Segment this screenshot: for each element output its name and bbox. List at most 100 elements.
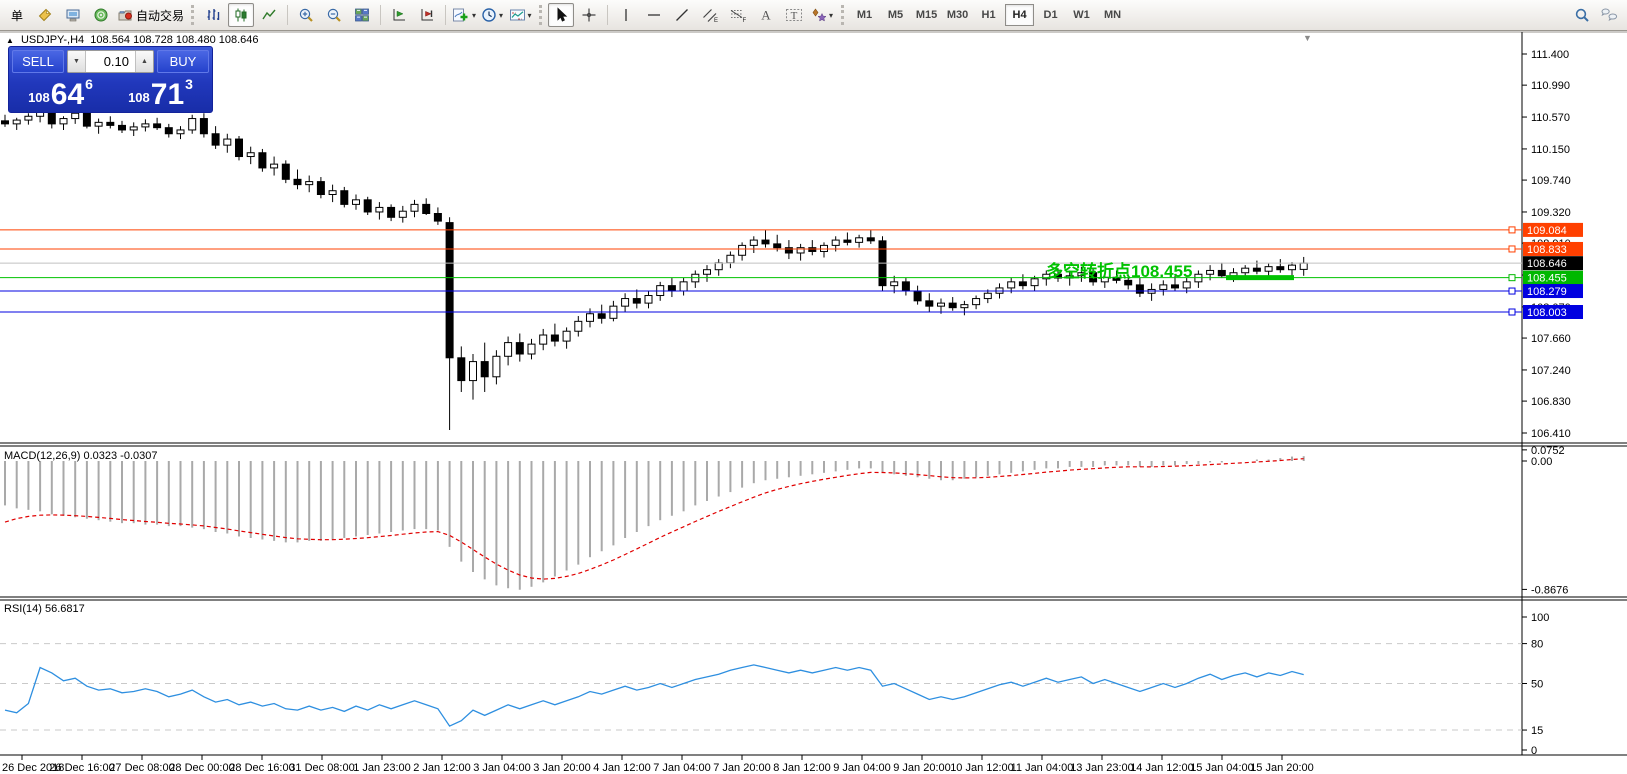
chevron-down-icon[interactable]: ▾ xyxy=(829,11,833,20)
bar-chart-button[interactable] xyxy=(200,3,226,27)
autotrading-button[interactable]: 自动交易 xyxy=(116,3,185,27)
equidistant-channel-button[interactable]: E xyxy=(697,3,723,27)
candle-down xyxy=(259,153,266,168)
candle-up xyxy=(1289,265,1296,270)
price-tick-label: 110.150 xyxy=(1531,144,1570,156)
candle-down xyxy=(1218,270,1225,275)
news-icon[interactable] xyxy=(88,3,114,27)
volume-decrease-button[interactable]: ▼ xyxy=(68,51,86,72)
candlestick-chart-button[interactable] xyxy=(228,3,254,27)
new-order-button[interactable]: 单 xyxy=(4,3,30,27)
candle-up xyxy=(575,321,582,331)
price-tick-label: 109.320 xyxy=(1531,207,1571,219)
candle-down xyxy=(458,358,465,381)
candle-down xyxy=(1019,282,1026,286)
candle-down xyxy=(317,182,324,195)
chart-canvas[interactable]: 111.400110.990110.570110.150109.740109.3… xyxy=(0,31,1627,774)
volume-value[interactable]: 0.10 xyxy=(86,51,135,72)
tf-h1[interactable]: H1 xyxy=(974,4,1003,26)
time-tick-label: 13 Jan 23:00 xyxy=(1070,762,1134,774)
time-tick-label: 7 Jan 20:00 xyxy=(713,762,771,774)
candle-down xyxy=(1172,285,1179,288)
tf-m15[interactable]: M15 xyxy=(912,4,941,26)
fibonacci-button[interactable]: F xyxy=(725,3,751,27)
price-tag-label: 109.084 xyxy=(1527,225,1567,237)
candle-up xyxy=(587,314,594,322)
vertical-line-button[interactable] xyxy=(613,3,639,27)
svg-text:A: A xyxy=(761,8,771,23)
candle-down xyxy=(668,286,675,291)
candle-down xyxy=(200,119,207,134)
time-tick-label: 10 Jan 12:00 xyxy=(950,762,1014,774)
crosshair-button[interactable] xyxy=(576,3,602,27)
time-tick-label: 7 Jan 04:00 xyxy=(653,762,711,774)
horizontal-line-button[interactable] xyxy=(641,3,667,27)
candle-up xyxy=(961,305,968,308)
search-button[interactable] xyxy=(1569,3,1595,27)
scroll-end-marker-icon[interactable]: ▼ xyxy=(1303,33,1312,43)
sell-button[interactable]: SELL xyxy=(12,50,64,73)
toolbar: 单 自动交易 xyxy=(0,0,1627,31)
toolbar-group-right xyxy=(1568,0,1624,30)
line-anchor-square[interactable] xyxy=(1509,288,1515,294)
macd-tick-label: 0.00 xyxy=(1531,456,1552,468)
zoom-out-button[interactable] xyxy=(321,3,347,27)
templates-button[interactable]: ▾ xyxy=(507,3,533,27)
chevron-down-icon[interactable]: ▾ xyxy=(499,11,503,20)
buy-price[interactable]: 108 71 3 xyxy=(112,76,209,109)
volume-increase-button[interactable]: ▲ xyxy=(135,51,153,72)
market-watch-icon[interactable] xyxy=(32,3,58,27)
chat-button[interactable] xyxy=(1597,3,1623,27)
tf-mn[interactable]: MN xyxy=(1098,4,1127,26)
price-tick-label: 107.240 xyxy=(1531,365,1571,377)
time-tick-label: 28 Dec 00:00 xyxy=(169,762,234,774)
toolbar-separator xyxy=(445,5,446,25)
trendline-button[interactable] xyxy=(669,3,695,27)
line-chart-button[interactable] xyxy=(256,3,282,27)
chart-annotation-text[interactable]: 多空转折点108.455 xyxy=(1046,257,1192,282)
terminal-icon[interactable] xyxy=(60,3,86,27)
indicators-button[interactable]: ▾ xyxy=(451,3,477,27)
candle-down xyxy=(633,299,640,304)
collapse-triangle-icon[interactable]: ▲ xyxy=(6,36,14,45)
candle-up xyxy=(938,303,945,306)
tf-d1[interactable]: D1 xyxy=(1036,4,1065,26)
sell-price[interactable]: 108 64 6 xyxy=(12,76,109,109)
auto-scroll-button[interactable] xyxy=(386,3,412,27)
candle-down xyxy=(926,301,933,306)
periods-button[interactable]: ▾ xyxy=(479,3,505,27)
candle-down xyxy=(446,223,453,358)
zoom-in-button[interactable] xyxy=(293,3,319,27)
line-anchor-square[interactable] xyxy=(1509,309,1515,315)
candle-down xyxy=(844,240,851,242)
buy-price-pips: 71 xyxy=(151,81,184,108)
tf-h4[interactable]: H4 xyxy=(1005,4,1034,26)
tf-w1[interactable]: W1 xyxy=(1067,4,1096,26)
candle-down xyxy=(107,122,114,125)
chevron-down-icon[interactable]: ▾ xyxy=(528,11,532,20)
candle-up xyxy=(739,245,746,255)
buy-button[interactable]: BUY xyxy=(157,50,209,73)
arrows-tool-button[interactable]: ▾ xyxy=(809,3,835,27)
time-tick-label: 3 Jan 04:00 xyxy=(473,762,531,774)
text-tool-button[interactable]: A xyxy=(753,3,779,27)
candle-down xyxy=(154,124,161,128)
line-anchor-square[interactable] xyxy=(1509,246,1515,252)
chart-shift-button[interactable] xyxy=(414,3,440,27)
label-tool-button[interactable]: T xyxy=(781,3,807,27)
toolbar-group-scroll xyxy=(385,0,441,30)
autotrading-icon xyxy=(117,7,133,23)
chevron-down-icon[interactable]: ▾ xyxy=(472,11,476,20)
candle-up xyxy=(399,211,406,217)
rsi-tick-label: 50 xyxy=(1531,679,1543,691)
price-tag-label: 108.003 xyxy=(1527,307,1567,319)
tile-windows-button[interactable] xyxy=(349,3,375,27)
price-tick-label: 111.400 xyxy=(1531,49,1569,61)
tf-m5[interactable]: M5 xyxy=(881,4,910,26)
zoom-out-icon xyxy=(326,7,342,23)
tf-m30[interactable]: M30 xyxy=(943,4,972,26)
tf-m1[interactable]: M1 xyxy=(850,4,879,26)
cursor-button[interactable] xyxy=(548,3,574,27)
line-anchor-square[interactable] xyxy=(1509,227,1515,233)
line-anchor-square[interactable] xyxy=(1509,275,1515,281)
